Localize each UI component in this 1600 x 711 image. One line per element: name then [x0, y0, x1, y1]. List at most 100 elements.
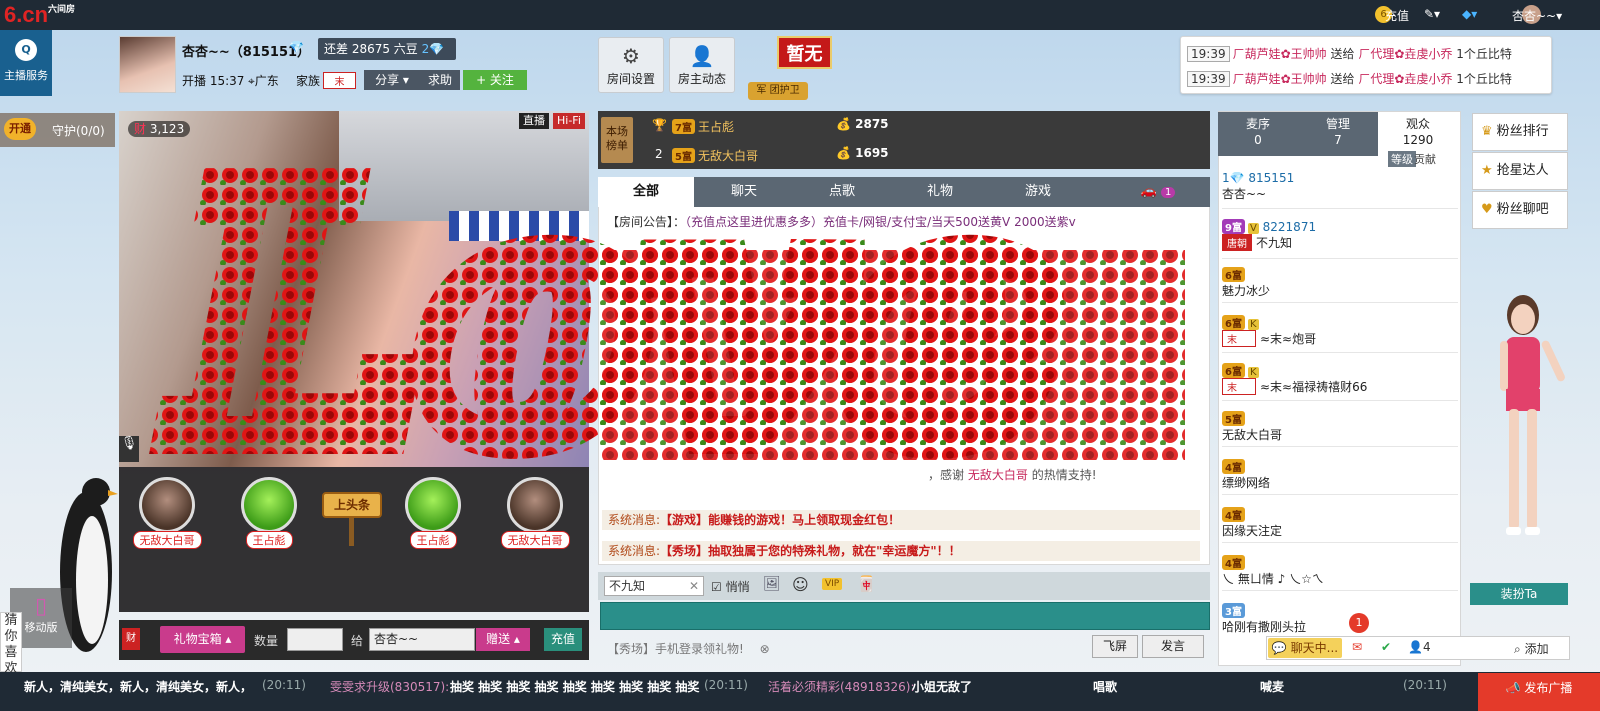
close-icon[interactable]: ⊗: [760, 642, 770, 656]
list-item[interactable]: 4富 因缘天注定: [1222, 507, 1458, 543]
list-item[interactable]: 6富 K 末 ≈末≈炮哥: [1222, 315, 1458, 353]
tab-songs[interactable]: 点歌: [794, 177, 890, 207]
gift-feed-row: 19:39 ㄏ葫芦娃✿王帅帅 送给 ㄏ代理✿垚虔小乔 1个丘比特: [1187, 45, 1512, 62]
trophy-icon: 🏆: [652, 118, 667, 132]
rank-pos-2: 2: [655, 147, 663, 161]
image-icon[interactable]: 🖼: [763, 576, 781, 592]
ticker-time: (20:11): [704, 678, 748, 692]
star-icon: ★: [1481, 163, 1493, 178]
send-button[interactable]: 发言: [1142, 635, 1204, 658]
chat-target-select[interactable]: 不九知 ✕: [604, 576, 704, 596]
edit-icon[interactable]: ✎▾: [1424, 7, 1440, 21]
system-message: 系统消息:【秀场】抽取独属于您的特殊礼物，就在"幸运魔方"！！: [602, 541, 1200, 561]
megaphone-icon: 📣: [1505, 681, 1521, 695]
headline-button[interactable]: 上头条: [322, 492, 382, 518]
add-button[interactable]: ⌕ 添加: [1514, 640, 1549, 657]
host-service-button[interactable]: Q 主播服务: [0, 30, 52, 96]
vip-icon[interactable]: VIP: [822, 578, 843, 590]
fans-bar-button[interactable]: ♥ 粉丝聊吧: [1472, 191, 1568, 229]
live-video[interactable]: [119, 111, 589, 467]
guess-you-like[interactable]: 猜你喜欢: [0, 612, 22, 676]
tab-car[interactable]: 🚗 1: [1110, 177, 1206, 207]
gift-box-button[interactable]: 礼物宝箱 ▴: [160, 626, 245, 653]
publish-broadcast-button[interactable]: 📣 发布广播: [1478, 673, 1600, 711]
mobile-login-hint[interactable]: 【秀场】手机登录领礼物! ⊗: [607, 640, 770, 657]
family-tag[interactable]: 末: [323, 72, 356, 89]
fans-rank-button[interactable]: ♛ 粉丝排行: [1472, 113, 1568, 151]
crown-icon: ♛: [1481, 124, 1493, 139]
seat-4[interactable]: 无敌大白哥: [496, 477, 574, 549]
people-count[interactable]: 👤4: [1408, 640, 1431, 654]
family-label: 家族: [296, 74, 321, 88]
clear-icon[interactable]: ✕: [689, 577, 699, 595]
ticker-user[interactable]: 活着必须精彩(48918326):: [768, 678, 915, 695]
dress-up-button[interactable]: 装扮Ta: [1470, 583, 1568, 605]
list-item[interactable]: 6富 K 末 ≈末≈福禄祷禧财66: [1222, 363, 1458, 401]
person-icon: 👤: [1408, 640, 1423, 654]
ticker-msg: 唱歌: [1093, 680, 1118, 694]
chatting-button[interactable]: 💬 聊天中...: [1268, 638, 1342, 658]
check-icon[interactable]: ✔: [1381, 640, 1391, 654]
fortune-icon[interactable]: 财: [122, 628, 140, 650]
list-item[interactable]: 5富 无敌大白哥: [1222, 411, 1458, 447]
location-icon: ⌖: [248, 74, 255, 88]
dress-up-avatar[interactable]: [1478, 285, 1568, 575]
open-guard-button[interactable]: 开通: [4, 118, 36, 140]
ticker-msg[interactable]: 新人，清纯美女，新人，清纯美女，新人，: [24, 678, 252, 695]
notification-badge[interactable]: 1: [1349, 613, 1369, 633]
list-item[interactable]: 3富 哈刚有撒刚头拉: [1222, 603, 1458, 637]
sort-level[interactable]: 等级: [1388, 151, 1416, 167]
star-button[interactable]: ★ 抢星达人: [1472, 152, 1568, 190]
list-item[interactable]: 6富 魅力冰少: [1222, 267, 1458, 303]
ticker-time: (20:11): [1403, 678, 1447, 692]
to-label: 给: [351, 634, 364, 648]
list-item[interactable]: 4富乀 無ㄩ情 ♪ 乀☆ㄟ: [1222, 555, 1458, 591]
room-settings-button[interactable]: ⚙ 房间设置: [598, 37, 664, 93]
tab-games[interactable]: 游戏: [990, 177, 1086, 207]
tab-admins[interactable]: 管理 7: [1298, 112, 1378, 156]
site-logo[interactable]: 6.cn六间房: [4, 2, 75, 28]
whisper-checkbox[interactable]: ☑ 悄悄: [711, 578, 750, 595]
mic-icon[interactable]: 🎙: [119, 436, 139, 462]
hifi-tag[interactable]: Hi-Fi: [553, 113, 585, 129]
gear-icon: ⚙: [622, 44, 640, 68]
mail-icon[interactable]: ✉: [1352, 640, 1362, 654]
give-button[interactable]: 赠送 ▴: [476, 628, 530, 651]
seat-2[interactable]: 王占彪: [230, 477, 308, 549]
quantity-label: 数量: [254, 634, 279, 648]
list-item[interactable]: 4富 缥缈网络: [1222, 459, 1458, 495]
guard-count: 守护(0/0): [52, 124, 105, 138]
diamond-icon[interactable]: ◆▾: [1462, 7, 1477, 21]
list-item[interactable]: 1💎 815151 杏杏~~: [1222, 171, 1458, 209]
recharge-button[interactable]: 充值: [544, 628, 582, 651]
tab-gifts[interactable]: 礼物: [892, 177, 988, 207]
recipient-select[interactable]: 杏杏~~: [369, 628, 475, 651]
share-button[interactable]: 分享 ▾: [364, 70, 420, 90]
fly-screen-button[interactable]: 飞屏: [1092, 635, 1138, 658]
list-item[interactable]: 9富 V 8221871 唐朝 不九知: [1222, 219, 1458, 259]
recharge-link[interactable]: 充值: [1385, 7, 1409, 24]
tab-mic-queue[interactable]: 麦序 0: [1218, 112, 1298, 156]
rank-score-2: 💰 1695: [836, 146, 889, 160]
quantity-input[interactable]: [287, 628, 343, 651]
tab-audience[interactable]: 观众 1290: [1378, 112, 1458, 156]
emoji-icon[interactable]: ☺: [792, 575, 809, 594]
message-input[interactable]: [600, 602, 1210, 630]
guard-flag[interactable]: 暂无: [777, 36, 832, 69]
help-button[interactable]: 求助: [420, 70, 460, 90]
sort-contrib[interactable]: 贡献: [1414, 151, 1436, 167]
seat-3[interactable]: 王占彪: [394, 477, 472, 549]
user-name-link[interactable]: 杏杏~~▾: [1512, 7, 1572, 24]
host-avatar[interactable]: [119, 36, 176, 93]
seat-1[interactable]: 无敌大白哥: [128, 477, 206, 549]
follow-button[interactable]: + 关注: [463, 70, 527, 90]
chat-panel: [598, 177, 1210, 565]
guard-badge[interactable]: 军 团护卫: [748, 82, 808, 100]
rank-row-1[interactable]: 7富 王占彪: [672, 118, 734, 135]
rank-row-2[interactable]: 5富 无敌大白哥: [672, 147, 758, 164]
tab-chat[interactable]: 聊天: [696, 177, 792, 207]
ticker-user[interactable]: 雯雯求升级(830517):: [330, 678, 449, 695]
color-icon[interactable]: 🀄: [857, 575, 876, 593]
tab-all[interactable]: 全部: [598, 177, 694, 207]
host-feed-button[interactable]: 👤 房主动态: [669, 37, 735, 93]
